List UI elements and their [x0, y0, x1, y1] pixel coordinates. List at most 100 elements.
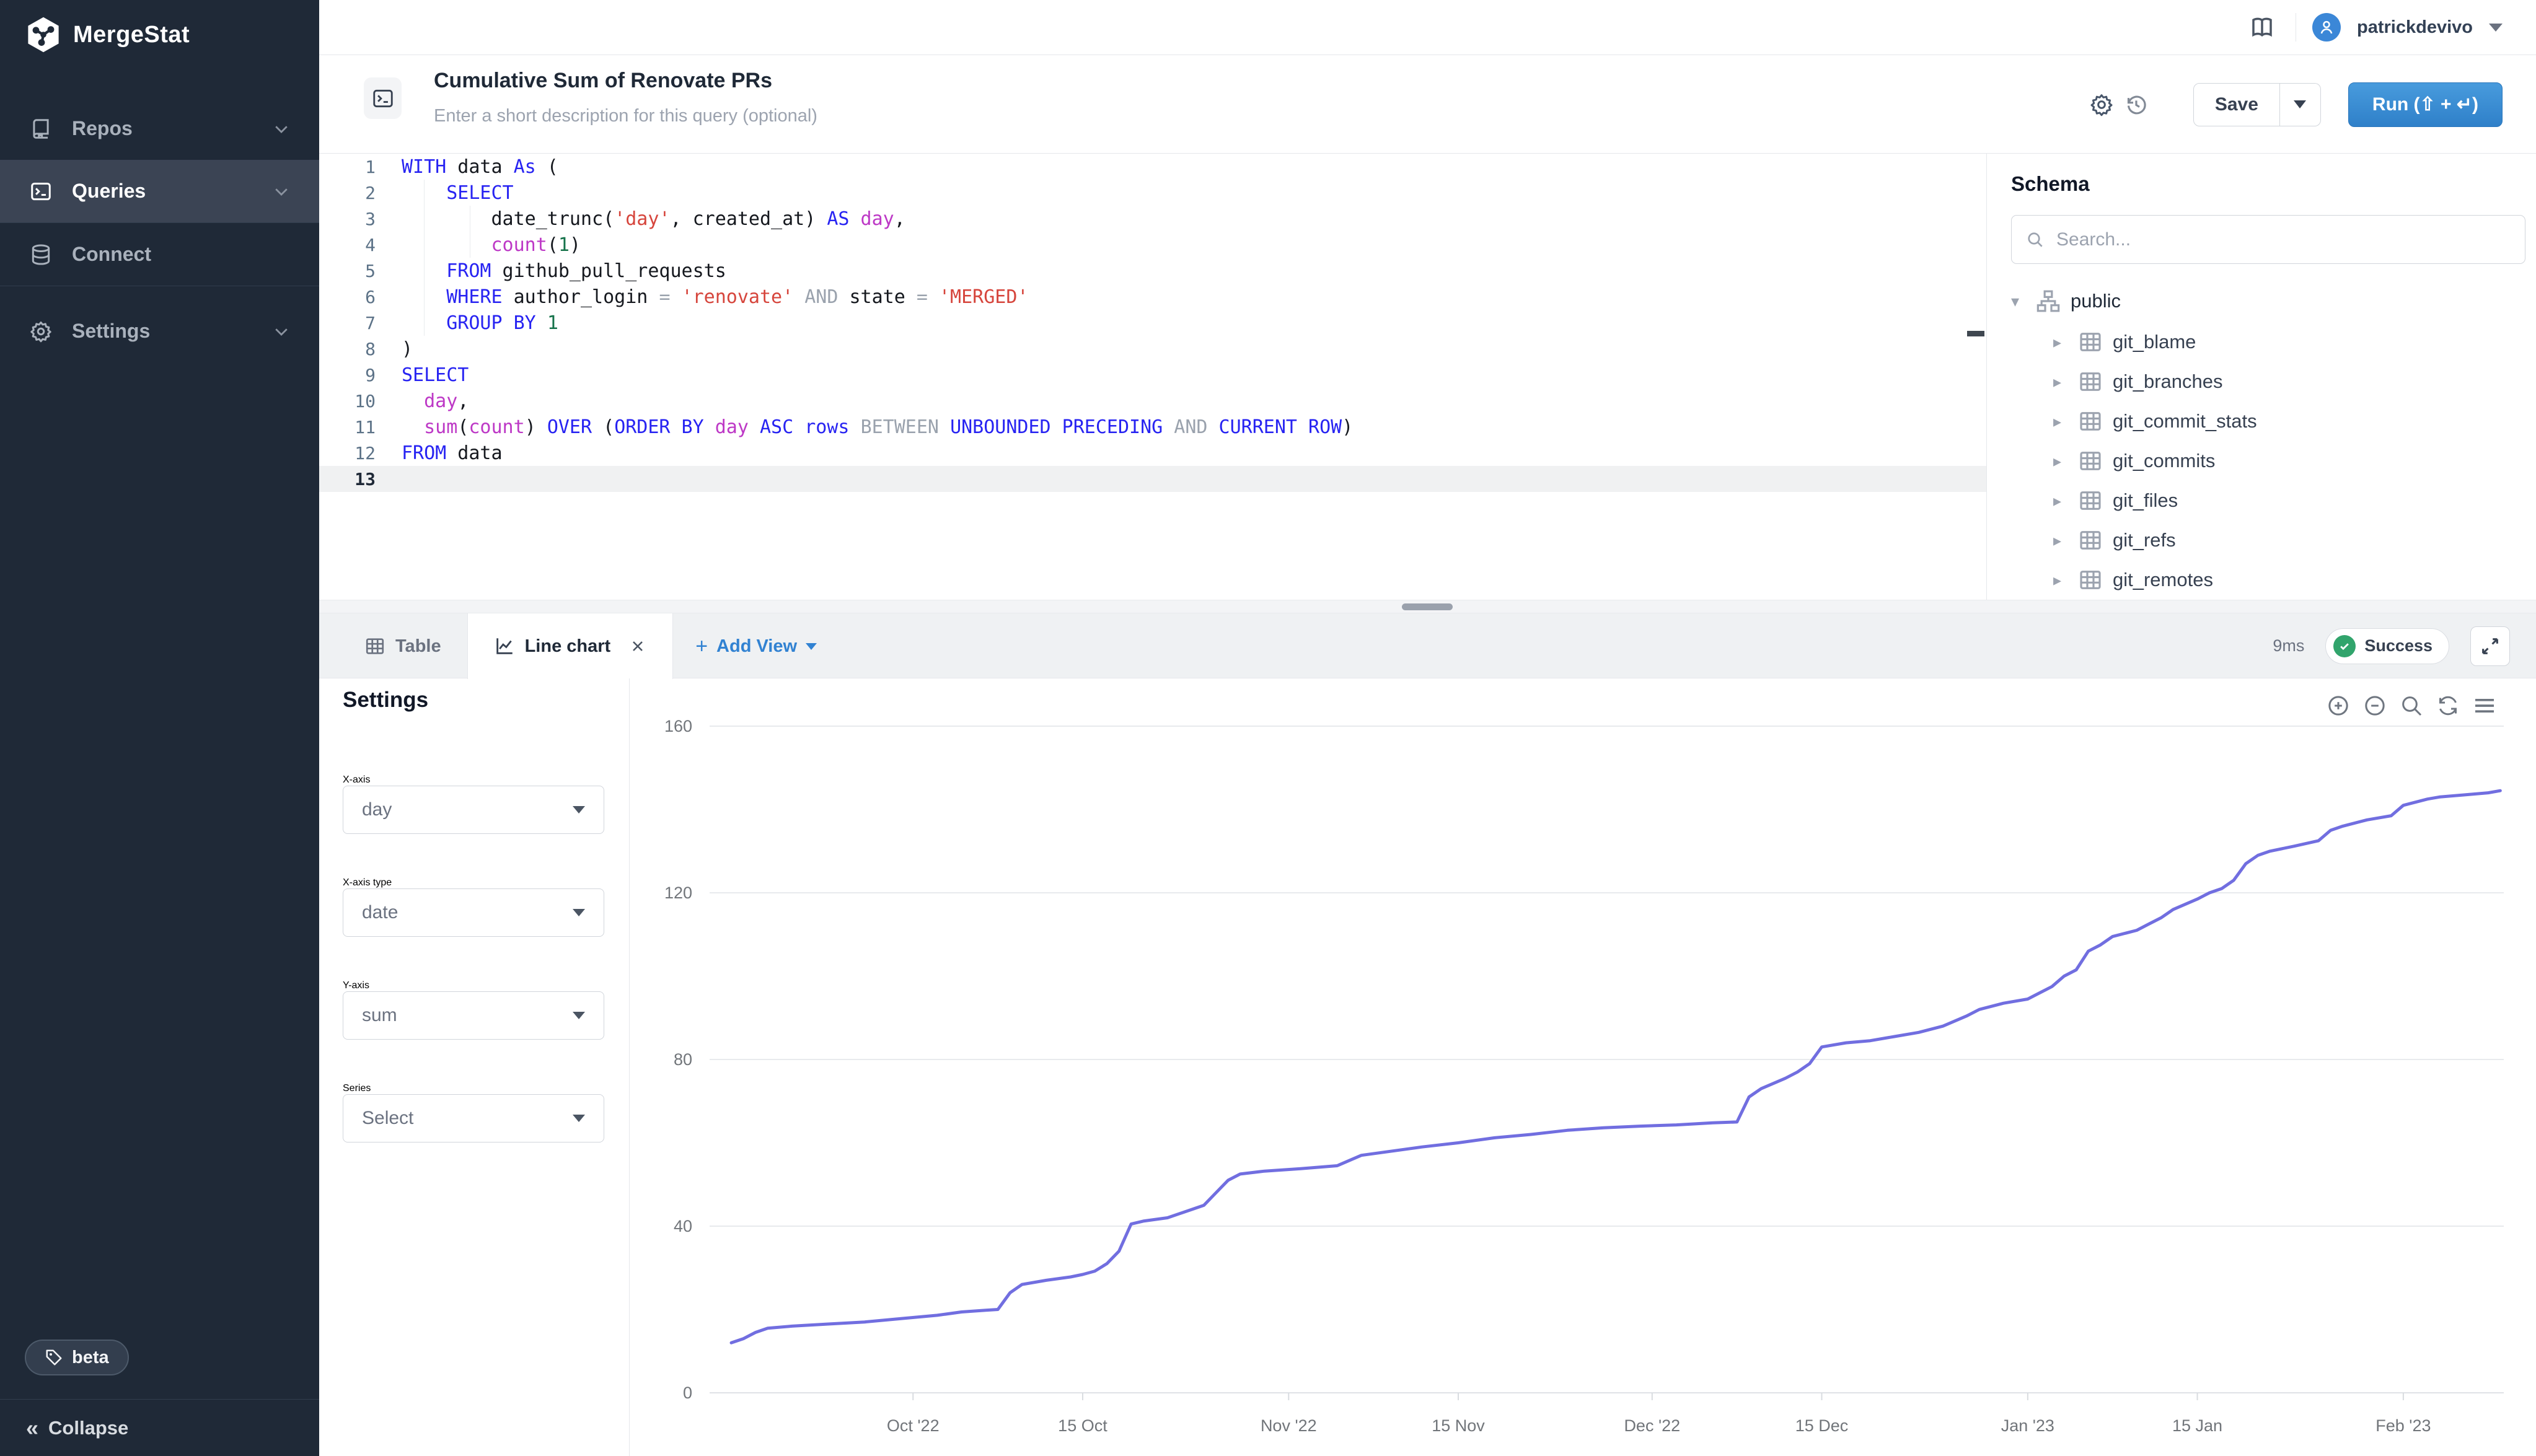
- chart-zoom-out-icon[interactable]: [2362, 693, 2388, 719]
- sidebar-item-connect[interactable]: Connect: [0, 223, 319, 286]
- avatar[interactable]: [2312, 13, 2341, 42]
- mergestat-logo-icon: [25, 16, 62, 53]
- select-caret-icon: [573, 1012, 585, 1019]
- tab-table[interactable]: Table: [338, 613, 467, 679]
- collapse-icon: «: [26, 1417, 38, 1439]
- sidebar-item-repos[interactable]: Repos: [0, 97, 319, 160]
- user-menu-caret-icon[interactable]: [2489, 24, 2503, 32]
- terminal-icon: [371, 87, 395, 110]
- table-grid-icon: [2078, 488, 2103, 513]
- sidebar-item-queries[interactable]: Queries: [0, 160, 319, 222]
- panel-resize-handle[interactable]: [319, 600, 2536, 613]
- sidebar-item-settings[interactable]: Settings: [0, 300, 319, 362]
- collapse-button[interactable]: « Collapse: [0, 1399, 319, 1456]
- table-grid-icon: [2078, 369, 2103, 394]
- logo[interactable]: MergeStat: [25, 16, 190, 53]
- schema-search-input[interactable]: Search...: [2011, 215, 2525, 264]
- field-select-series[interactable]: Select: [343, 1094, 604, 1142]
- field-y-axis: Y-axissum: [343, 980, 604, 1040]
- plus-icon: +: [695, 634, 708, 659]
- table-grid-icon: [2078, 330, 2103, 354]
- query-title[interactable]: Cumulative Sum of Renovate PRs: [434, 69, 772, 93]
- expand-results-button[interactable]: [2470, 626, 2510, 666]
- tri-right-icon[interactable]: ▸: [2053, 531, 2072, 550]
- y-axis-tick-label: 80: [674, 1050, 692, 1069]
- schema-table-git_blame[interactable]: ▸git_blame: [1986, 322, 2536, 362]
- line-number: 8: [319, 339, 383, 359]
- query-history-icon[interactable]: [2119, 87, 2154, 122]
- topbar: patrickdevivo: [319, 0, 2536, 55]
- username[interactable]: patrickdevivo: [2357, 17, 2473, 38]
- table-grid-icon: [2078, 528, 2103, 553]
- tri-right-icon[interactable]: ▸: [2053, 491, 2072, 511]
- field-label: Series: [343, 1083, 604, 1094]
- docs-book-icon[interactable]: [2245, 10, 2279, 45]
- sidebar-item-label: Connect: [72, 243, 291, 266]
- field-select-x-axis[interactable]: day: [343, 786, 604, 834]
- save-button[interactable]: Save: [2193, 83, 2280, 126]
- code-line-9[interactable]: 9SELECT: [319, 362, 1986, 388]
- schema-table-git_files[interactable]: ▸git_files: [1986, 481, 2536, 520]
- line-number: 13: [319, 469, 383, 489]
- schema-table-git_remotes[interactable]: ▸git_remotes: [1986, 560, 2536, 600]
- field-label: X-axis type: [343, 877, 604, 888]
- select-caret-icon: [573, 1115, 585, 1122]
- tri-right-icon[interactable]: ▸: [2053, 372, 2072, 392]
- series-line: [731, 791, 2500, 1343]
- beta-label: beta: [72, 1348, 109, 1368]
- run-button[interactable]: Run (⇧ + ↵): [2348, 82, 2503, 127]
- results-tabbar: TableLine chart+Add View 9ms Success: [319, 613, 2536, 678]
- tab-line-chart[interactable]: Line chart: [467, 613, 674, 679]
- chart-menu-icon[interactable]: [2472, 693, 2498, 719]
- field-select-x-axis-type[interactable]: date: [343, 888, 604, 937]
- tri-right-icon[interactable]: ▸: [2053, 412, 2072, 431]
- tri-down-icon[interactable]: ▾: [2011, 292, 2030, 311]
- line-number: 12: [319, 443, 383, 463]
- chart-zoom-select-icon[interactable]: [2398, 693, 2424, 719]
- search-icon: [2025, 230, 2045, 250]
- close-icon[interactable]: [629, 638, 646, 655]
- schema-node-public[interactable]: ▾public: [1986, 280, 2536, 322]
- code-line-10[interactable]: 10 day,: [319, 388, 1986, 414]
- tri-right-icon[interactable]: ▸: [2053, 333, 2072, 352]
- schema-table-git_commit_stats[interactable]: ▸git_commit_stats: [1986, 401, 2536, 441]
- code-line-5[interactable]: 5 FROM github_pull_requests: [319, 258, 1986, 284]
- field-series: Series Select: [343, 1083, 604, 1142]
- query-description-input[interactable]: Enter a short description for this query…: [434, 106, 817, 126]
- code-line-2[interactable]: 2 SELECT: [319, 180, 1986, 206]
- schema-table-git_commits[interactable]: ▸git_commits: [1986, 441, 2536, 481]
- chart-reset-icon[interactable]: [2435, 693, 2461, 719]
- schema-table-git_branches[interactable]: ▸git_branches: [1986, 362, 2536, 401]
- code-line-7[interactable]: 7 GROUP BY 1: [319, 310, 1986, 336]
- tag-icon: [45, 1348, 63, 1367]
- code-line-4[interactable]: 4 count(1): [319, 232, 1986, 258]
- editor-scrollbar-thumb[interactable]: [1967, 331, 1984, 336]
- tri-right-icon[interactable]: ▸: [2053, 571, 2072, 590]
- code-line-1[interactable]: 1WITH data As (: [319, 154, 1986, 180]
- chart-zoom-in-icon[interactable]: [2325, 693, 2351, 719]
- view-tabs: TableLine chart+Add View: [338, 613, 839, 679]
- code-line-11[interactable]: 11 sum(count) OVER (ORDER BY day ASC row…: [319, 414, 1986, 440]
- resize-grip-icon[interactable]: [1402, 603, 1453, 610]
- add-view-button[interactable]: +Add View: [673, 613, 839, 679]
- field-label: Y-axis: [343, 980, 604, 991]
- sidebar-item-label: Repos: [72, 117, 272, 140]
- field-select-y-axis[interactable]: sum: [343, 991, 604, 1040]
- code-line-8[interactable]: 8): [319, 336, 1986, 362]
- search-placeholder: Search...: [2056, 229, 2131, 250]
- save-options-caret[interactable]: [2280, 83, 2321, 126]
- query-settings-gear-icon[interactable]: [2084, 87, 2119, 122]
- query-header: Cumulative Sum of Renovate PRs Enter a s…: [319, 55, 2536, 154]
- tri-right-icon[interactable]: ▸: [2053, 452, 2072, 471]
- schema-title: Schema: [2011, 172, 2090, 196]
- line-number: 7: [319, 313, 383, 333]
- code-line-6[interactable]: 6 WHERE author_login = 'renovate' AND st…: [319, 284, 1986, 310]
- code-line-13[interactable]: 13: [319, 466, 1986, 492]
- schema-table-git_refs[interactable]: ▸git_refs: [1986, 520, 2536, 560]
- code-line-3[interactable]: 3 date_trunc('day', created_at) AS day,: [319, 206, 1986, 232]
- select-value: Select: [362, 1108, 573, 1129]
- code-line-12[interactable]: 12FROM data: [319, 440, 1986, 466]
- query-duration: 9ms: [2273, 636, 2304, 656]
- sql-editor[interactable]: 1WITH data As (2 SELECT3 date_trunc('day…: [319, 154, 1986, 600]
- line-chart[interactable]: 04080120160Oct '2215 OctNov '2215 NovDec…: [629, 678, 2536, 1456]
